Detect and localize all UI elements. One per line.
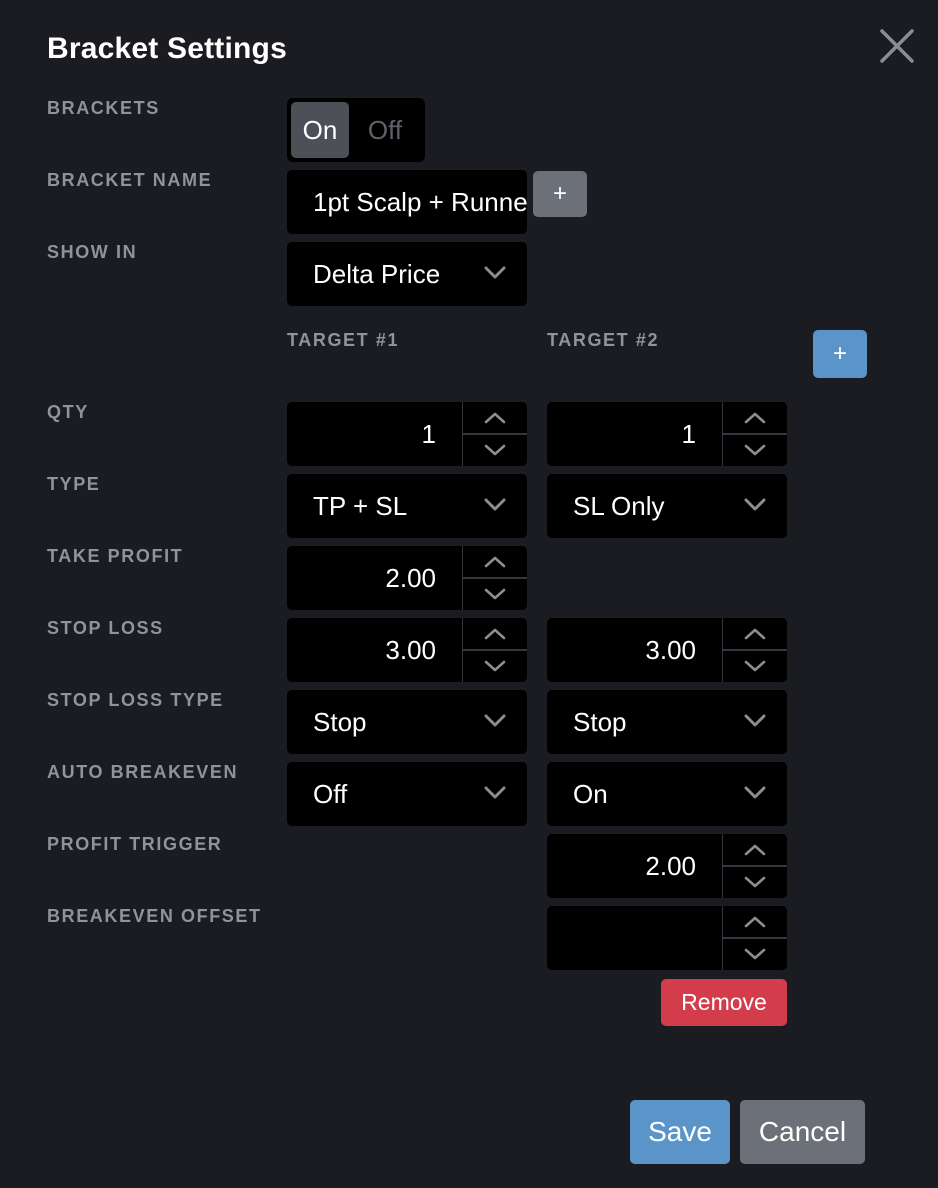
- target-2-qty-value: 1: [681, 419, 696, 449]
- bracket-name-select[interactable]: 1pt Scalp + Runner: [287, 170, 527, 234]
- label-stop-loss: STOP LOSS: [47, 618, 164, 638]
- decrement-button[interactable]: [463, 435, 526, 466]
- target-1-stop-loss-value: 3.00: [385, 635, 436, 665]
- increment-button[interactable]: [723, 402, 786, 433]
- profit-trigger-stepper[interactable]: [722, 834, 787, 898]
- chevron-up-icon: [484, 628, 506, 640]
- decrement-button[interactable]: [723, 867, 786, 898]
- chevron-up-icon: [744, 412, 766, 424]
- chevron-down-icon: [744, 444, 766, 456]
- target-2-breakeven-offset-input[interactable]: [547, 906, 787, 970]
- bracket-name-value: 1pt Scalp + Runner: [313, 187, 527, 217]
- target-1-stop-loss-type-value: Stop: [313, 707, 367, 737]
- chevron-down-icon: [744, 714, 766, 727]
- target-1-type-select[interactable]: TP + SL: [287, 474, 527, 538]
- target-1-type-value: TP + SL: [313, 491, 408, 521]
- chevron-down-icon: [744, 786, 766, 799]
- label-qty: QTY: [47, 402, 89, 422]
- chevron-up-icon: [744, 628, 766, 640]
- stop-loss-stepper[interactable]: [722, 618, 787, 682]
- target-2-stop-loss-type-value: Stop: [573, 707, 627, 737]
- label-brackets: BRACKETS: [47, 98, 160, 118]
- chevron-down-icon: [484, 266, 506, 279]
- remove-target-button[interactable]: Remove: [661, 979, 787, 1026]
- increment-button[interactable]: [463, 546, 526, 577]
- increment-button[interactable]: [463, 618, 526, 649]
- target-2-profit-trigger-input[interactable]: 2.00: [547, 834, 787, 898]
- close-icon[interactable]: [877, 26, 917, 66]
- target-2-stop-loss-type-select[interactable]: Stop: [547, 690, 787, 754]
- increment-button[interactable]: [463, 402, 526, 433]
- target-1-auto-breakeven-select[interactable]: Off: [287, 762, 527, 826]
- increment-button[interactable]: [723, 618, 786, 649]
- target-1-auto-breakeven-value: Off: [313, 779, 348, 809]
- increment-button[interactable]: [723, 834, 786, 865]
- target-2-stop-loss-value: 3.00: [645, 635, 696, 665]
- chevron-down-icon: [484, 588, 506, 600]
- target-2-auto-breakeven-select[interactable]: On: [547, 762, 787, 826]
- target-1-header: TARGET #1: [287, 330, 400, 350]
- increment-button[interactable]: [723, 906, 786, 937]
- chevron-up-icon: [484, 556, 506, 568]
- target-2-header: TARGET #2: [547, 330, 660, 350]
- decrement-button[interactable]: [463, 579, 526, 610]
- chevron-down-icon: [744, 876, 766, 888]
- chevron-down-icon: [484, 714, 506, 727]
- chevron-down-icon: [484, 498, 506, 511]
- label-bracket-name: BRACKET NAME: [47, 170, 213, 190]
- decrement-button[interactable]: [723, 435, 786, 466]
- decrement-button[interactable]: [723, 939, 786, 970]
- chevron-down-icon: [484, 786, 506, 799]
- stop-loss-stepper[interactable]: [462, 618, 527, 682]
- target-1-qty-value: 1: [421, 419, 436, 449]
- add-target-button[interactable]: +: [813, 330, 867, 378]
- save-button[interactable]: Save: [630, 1100, 730, 1164]
- toggle-option-on[interactable]: On: [291, 102, 349, 158]
- chevron-down-icon: [484, 660, 506, 672]
- label-auto-breakeven: AUTO BREAKEVEN: [47, 762, 239, 782]
- target-1-take-profit-input[interactable]: 2.00: [287, 546, 527, 610]
- target-1-stop-loss-type-select[interactable]: Stop: [287, 690, 527, 754]
- target-2-qty-input[interactable]: 1: [547, 402, 787, 466]
- target-2-stop-loss-input[interactable]: 3.00: [547, 618, 787, 682]
- bracket-settings-dialog: Bracket Settings BRACKETS BRACKET NAME S…: [0, 0, 938, 1188]
- take-profit-stepper[interactable]: [462, 546, 527, 610]
- chevron-down-icon: [484, 444, 506, 456]
- label-type: TYPE: [47, 474, 101, 494]
- target-1-take-profit-value: 2.00: [385, 563, 436, 593]
- brackets-toggle[interactable]: On Off: [287, 98, 425, 162]
- chevron-down-icon: [744, 948, 766, 960]
- target-1-stop-loss-input[interactable]: 3.00: [287, 618, 527, 682]
- label-show-in: SHOW IN: [47, 242, 138, 262]
- show-in-select[interactable]: Delta Price: [287, 242, 527, 306]
- decrement-button[interactable]: [723, 651, 786, 682]
- label-stop-loss-type: STOP LOSS TYPE: [47, 690, 224, 710]
- qty-stepper[interactable]: [462, 402, 527, 466]
- breakeven-offset-stepper[interactable]: [722, 906, 787, 970]
- chevron-up-icon: [744, 916, 766, 928]
- target-1-qty-input[interactable]: 1: [287, 402, 527, 466]
- label-breakeven-offset: BREAKEVEN OFFSET: [47, 906, 262, 926]
- target-2-profit-trigger-value: 2.00: [645, 851, 696, 881]
- target-2-auto-breakeven-value: On: [573, 779, 608, 809]
- qty-stepper[interactable]: [722, 402, 787, 466]
- label-take-profit: TAKE PROFIT: [47, 546, 184, 566]
- chevron-down-icon: [744, 498, 766, 511]
- chevron-down-icon: [744, 660, 766, 672]
- add-bracket-button[interactable]: +: [533, 171, 587, 217]
- label-profit-trigger: PROFIT TRIGGER: [47, 834, 223, 854]
- toggle-option-off[interactable]: Off: [356, 102, 414, 158]
- cancel-button[interactable]: Cancel: [740, 1100, 865, 1164]
- target-2-type-value: SL Only: [573, 491, 665, 521]
- show-in-value: Delta Price: [313, 259, 441, 289]
- dialog-title: Bracket Settings: [47, 32, 287, 65]
- chevron-up-icon: [484, 412, 506, 424]
- decrement-button[interactable]: [463, 651, 526, 682]
- target-2-type-select[interactable]: SL Only: [547, 474, 787, 538]
- chevron-up-icon: [744, 844, 766, 856]
